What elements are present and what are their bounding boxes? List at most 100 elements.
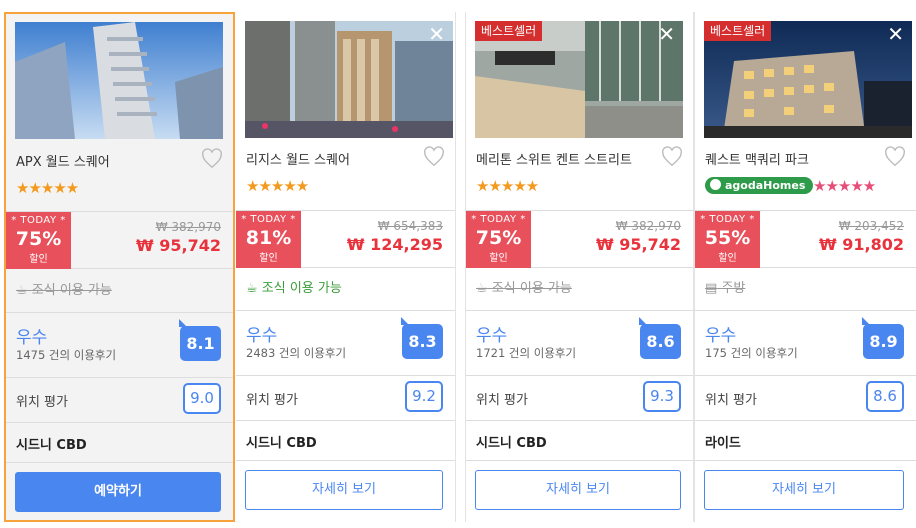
area-name: 시드니 CBD [246, 436, 317, 451]
coffee-icon: ☕ [476, 281, 488, 296]
divider [466, 375, 693, 376]
close-icon[interactable]: ✕ [887, 23, 904, 45]
divider [695, 420, 916, 421]
kitchen-status: ▤ 주방 [705, 277, 745, 296]
star-rating: ★★★★★ [16, 179, 79, 197]
price-row: * TODAY * 81% 할인 ₩ 654,383 ₩ 124,295 [236, 210, 455, 268]
area-name: 라이드 [705, 436, 741, 451]
agoda-homes-badge: agodaHomes [705, 177, 814, 194]
hotel-name[interactable]: 퀘스트 맥쿼리 파크 [705, 149, 809, 168]
close-icon[interactable]: ✕ [658, 23, 675, 45]
divider [466, 460, 693, 461]
today-discount-badge: * TODAY * 75% 할인 [6, 212, 71, 269]
hotel-card-regis[interactable]: ✕ 리지스 월드 스퀘어 ★★★★★ * TODAY * 81% 할인 ₩ 65… [236, 12, 456, 522]
heart-icon[interactable] [201, 148, 223, 170]
discount-word: 할인 [718, 253, 737, 264]
view-details-button[interactable]: 자세히 보기 [704, 470, 904, 510]
book-button[interactable]: 예약하기 [15, 472, 221, 512]
divider [695, 460, 916, 461]
divider [236, 420, 455, 421]
original-price: ₩ 654,383 [377, 219, 443, 233]
heart-icon[interactable] [423, 146, 445, 168]
today-label: * TODAY * [241, 214, 296, 225]
discounted-price: ₩ 124,295 [346, 235, 443, 254]
discounted-price: ₩ 95,742 [136, 236, 221, 255]
review-word: 우수 [705, 326, 737, 346]
kitchen-icon: ▤ [705, 281, 718, 296]
divider [236, 460, 455, 461]
review-score-badge: 8.1 [179, 319, 221, 361]
divider [466, 310, 693, 311]
today-discount-badge: * TODAY * 55% 할인 [695, 211, 760, 268]
breakfast-status: ☕ 조식 이용 가능 [246, 277, 342, 296]
location-label: 위치 평가 [246, 393, 298, 408]
hotel-photo[interactable]: 베스트셀러 ✕ [704, 21, 912, 138]
close-icon[interactable]: ✕ [428, 23, 445, 45]
discount-word: 할인 [489, 253, 508, 264]
today-label: * TODAY * [700, 214, 755, 225]
discount-word: 할인 [29, 254, 48, 265]
review-score-badge: 8.9 [862, 317, 904, 359]
location-score-badge: 9.2 [405, 381, 443, 412]
location-score-badge: 8.6 [866, 381, 904, 412]
discounted-price: ₩ 91,802 [819, 235, 904, 254]
home-icon [710, 179, 721, 190]
divider [695, 310, 916, 311]
location-label: 위치 평가 [705, 393, 757, 408]
price-row: * TODAY * 55% 할인 ₩ 203,452 ₩ 91,802 [695, 210, 916, 268]
divider [466, 420, 693, 421]
review-count: 1475 건의 이용후기 [16, 348, 117, 362]
star-rating: ★★★★★ [476, 177, 539, 195]
area-name: 시드니 CBD [476, 436, 547, 451]
heart-icon[interactable] [884, 146, 906, 168]
bestseller-badge: 베스트셀러 [704, 21, 772, 41]
discount-percent: 81% [245, 227, 292, 249]
amenity-label: 조식 이용 가능 [261, 281, 342, 296]
amenity-label: 조식 이용 가능 [31, 283, 112, 298]
divider [6, 312, 233, 313]
divider [6, 377, 233, 378]
original-price: ₩ 382,970 [155, 220, 221, 234]
original-price: ₩ 382,970 [615, 219, 681, 233]
breakfast-status: ☕ 조식 이용 가능 [16, 279, 112, 298]
heart-icon[interactable] [661, 146, 683, 168]
bestseller-badge: 베스트셀러 [475, 21, 543, 41]
discount-word: 할인 [259, 253, 278, 264]
star-rating: ★★★★★ [246, 177, 309, 195]
discount-percent: 75% [15, 228, 62, 250]
hotel-photo-image [15, 22, 223, 139]
hotel-photo[interactable]: ✕ [245, 21, 453, 138]
location-label: 위치 평가 [16, 395, 68, 410]
view-details-button[interactable]: 자세히 보기 [475, 470, 681, 510]
review-score-badge: 8.3 [401, 317, 443, 359]
review-count: 2483 건의 이용후기 [246, 346, 347, 360]
hotel-photo[interactable]: 베스트셀러 ✕ [475, 21, 683, 138]
hotel-card-meriton[interactable]: 베스트셀러 ✕ 메리톤 스위트 켄트 스트리트 ★★★★★ * TODAY * … [465, 12, 694, 522]
hotel-name[interactable]: APX 월드 스퀘어 [16, 151, 110, 170]
breakfast-status: ☕ 조식 이용 가능 [476, 277, 572, 296]
original-price: ₩ 203,452 [838, 219, 904, 233]
hotel-photo[interactable] [15, 22, 223, 139]
discounted-price: ₩ 95,742 [596, 235, 681, 254]
review-word: 우수 [246, 326, 278, 346]
hotel-name[interactable]: 메리톤 스위트 켄트 스트리트 [476, 149, 632, 168]
today-label: * TODAY * [471, 214, 526, 225]
location-score-badge: 9.3 [643, 381, 681, 412]
coffee-icon: ☕ [16, 283, 28, 298]
hotel-name[interactable]: 리지스 월드 스퀘어 [246, 149, 350, 168]
review-word: 우수 [16, 328, 48, 348]
divider [6, 422, 233, 423]
amenity-label: 주방 [721, 281, 746, 296]
today-discount-badge: * TODAY * 75% 할인 [466, 211, 531, 268]
star-rating: ★★★★★ [813, 177, 876, 195]
review-count: 1721 건의 이용후기 [476, 346, 577, 360]
discount-percent: 75% [475, 227, 522, 249]
review-score-badge: 8.6 [639, 317, 681, 359]
view-details-button[interactable]: 자세히 보기 [245, 470, 443, 510]
divider [236, 310, 455, 311]
hotel-card-quest[interactable]: 베스트셀러 ✕ 퀘스트 맥쿼리 파크 agodaHomes ★★★★★ * TO… [694, 12, 916, 522]
price-row: * TODAY * 75% 할인 ₩ 382,970 ₩ 95,742 [466, 210, 693, 268]
divider [236, 375, 455, 376]
divider [6, 462, 233, 463]
hotel-card-apx[interactable]: APX 월드 스퀘어 ★★★★★ * TODAY * 75% 할인 ₩ 382,… [4, 12, 235, 522]
